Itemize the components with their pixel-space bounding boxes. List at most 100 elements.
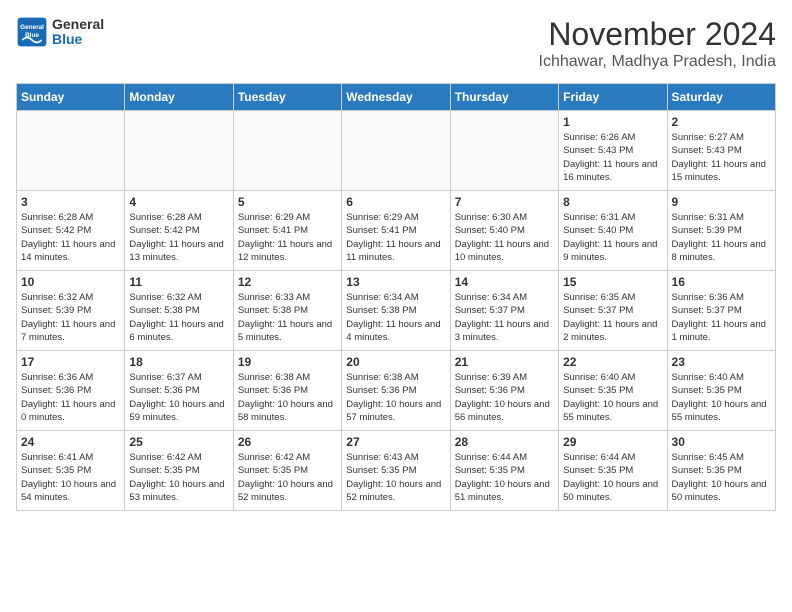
calendar-cell: 20 Sunrise: 6:38 AM Sunset: 5:36 PM Dayli… <box>342 351 450 431</box>
calendar-cell: 4 Sunrise: 6:28 AM Sunset: 5:42 PM Daylig… <box>125 191 233 271</box>
title-section: November 2024 Ichhawar, Madhya Pradesh, … <box>539 16 776 71</box>
day-number: 9 <box>672 195 771 209</box>
day-number: 19 <box>238 355 337 369</box>
day-number: 8 <box>563 195 662 209</box>
day-number: 20 <box>346 355 445 369</box>
day-info: Sunrise: 6:44 AM Sunset: 5:35 PM Dayligh… <box>563 451 662 504</box>
calendar-cell: 22 Sunrise: 6:40 AM Sunset: 5:35 PM Dayli… <box>559 351 667 431</box>
calendar-cell: 21 Sunrise: 6:39 AM Sunset: 5:36 PM Dayli… <box>450 351 558 431</box>
calendar-cell: 19Sunrise: 6:38 AM Sunset: 5:36 PM Dayli… <box>233 351 341 431</box>
calendar-cell: 29 Sunrise: 6:44 AM Sunset: 5:35 PM Dayli… <box>559 431 667 511</box>
logo-line2: Blue <box>52 31 82 47</box>
day-info: Sunrise: 6:34 AM Sunset: 5:38 PM Dayligh… <box>346 291 445 344</box>
weekday-header-tuesday: Tuesday <box>233 84 341 111</box>
month-title: November 2024 <box>539 16 776 53</box>
weekday-header-monday: Monday <box>125 84 233 111</box>
calendar-week-4: 17 Sunrise: 6:36 AM Sunset: 5:36 PM Dayli… <box>17 351 776 431</box>
day-number: 18 <box>129 355 228 369</box>
day-number: 22 <box>563 355 662 369</box>
day-number: 3 <box>21 195 120 209</box>
calendar-table: SundayMondayTuesdayWednesdayThursdayFrid… <box>16 83 776 511</box>
weekday-header-wednesday: Wednesday <box>342 84 450 111</box>
day-number: 21 <box>455 355 554 369</box>
day-number: 17 <box>21 355 120 369</box>
day-info: Sunrise: 6:28 AM Sunset: 5:42 PM Dayligh… <box>21 211 120 264</box>
day-number: 27 <box>346 435 445 449</box>
calendar-week-5: 24 Sunrise: 6:41 AM Sunset: 5:35 PM Dayli… <box>17 431 776 511</box>
day-number: 10 <box>21 275 120 289</box>
calendar-week-3: 10 Sunrise: 6:32 AM Sunset: 5:39 PM Dayli… <box>17 271 776 351</box>
day-info: Sunrise: 6:28 AM Sunset: 5:42 PM Dayligh… <box>129 211 228 264</box>
weekday-header-friday: Friday <box>559 84 667 111</box>
weekday-header-saturday: Saturday <box>667 84 775 111</box>
calendar-cell: 1Sunrise: 6:26 AM Sunset: 5:43 PM Daylig… <box>559 111 667 191</box>
calendar-cell <box>342 111 450 191</box>
calendar-cell: 24 Sunrise: 6:41 AM Sunset: 5:35 PM Dayli… <box>17 431 125 511</box>
logo-icon: General Blue <box>16 16 48 48</box>
day-number: 6 <box>346 195 445 209</box>
day-number: 7 <box>455 195 554 209</box>
day-number: 14 <box>455 275 554 289</box>
day-info: Sunrise: 6:43 AM Sunset: 5:35 PM Dayligh… <box>346 451 445 504</box>
day-number: 12 <box>238 275 337 289</box>
day-number: 4 <box>129 195 228 209</box>
day-info: Sunrise: 6:32 AM Sunset: 5:39 PM Dayligh… <box>21 291 120 344</box>
day-info: Sunrise: 6:40 AM Sunset: 5:35 PM Dayligh… <box>672 371 771 424</box>
day-number: 13 <box>346 275 445 289</box>
day-info: Sunrise: 6:34 AM Sunset: 5:37 PM Dayligh… <box>455 291 554 344</box>
day-info: Sunrise: 6:35 AM Sunset: 5:37 PM Dayligh… <box>563 291 662 344</box>
day-number: 1 <box>563 115 662 129</box>
day-info: Sunrise: 6:29 AM Sunset: 5:41 PM Dayligh… <box>238 211 337 264</box>
day-info: Sunrise: 6:32 AM Sunset: 5:38 PM Dayligh… <box>129 291 228 344</box>
calendar-cell: 26 Sunrise: 6:42 AM Sunset: 5:35 PM Dayli… <box>233 431 341 511</box>
day-info: Sunrise: 6:29 AM Sunset: 5:41 PM Dayligh… <box>346 211 445 264</box>
day-info: Sunrise: 6:38 AM Sunset: 5:36 PM Dayligh… <box>346 371 445 424</box>
day-info: Sunrise: 6:30 AM Sunset: 5:40 PM Dayligh… <box>455 211 554 264</box>
calendar-cell: 7 Sunrise: 6:30 AM Sunset: 5:40 PM Daylig… <box>450 191 558 271</box>
calendar-cell: 17 Sunrise: 6:36 AM Sunset: 5:36 PM Dayli… <box>17 351 125 431</box>
day-number: 29 <box>563 435 662 449</box>
calendar-cell: 3 Sunrise: 6:28 AM Sunset: 5:42 PM Daylig… <box>17 191 125 271</box>
calendar-cell <box>17 111 125 191</box>
day-number: 2 <box>672 115 771 129</box>
logo-line1: General <box>52 16 104 32</box>
day-info: Sunrise: 6:27 AM Sunset: 5:43 PM Dayligh… <box>672 131 771 184</box>
day-number: 28 <box>455 435 554 449</box>
calendar-cell: 6 Sunrise: 6:29 AM Sunset: 5:41 PM Daylig… <box>342 191 450 271</box>
calendar-cell: 27 Sunrise: 6:43 AM Sunset: 5:35 PM Dayli… <box>342 431 450 511</box>
svg-text:General: General <box>20 24 44 31</box>
calendar-cell: 5 Sunrise: 6:29 AM Sunset: 5:41 PM Daylig… <box>233 191 341 271</box>
day-info: Sunrise: 6:42 AM Sunset: 5:35 PM Dayligh… <box>238 451 337 504</box>
day-info: Sunrise: 6:45 AM Sunset: 5:35 PM Dayligh… <box>672 451 771 504</box>
day-info: Sunrise: 6:39 AM Sunset: 5:36 PM Dayligh… <box>455 371 554 424</box>
calendar-cell: 30 Sunrise: 6:45 AM Sunset: 5:35 PM Dayli… <box>667 431 775 511</box>
day-info: Sunrise: 6:33 AM Sunset: 5:38 PM Dayligh… <box>238 291 337 344</box>
calendar-cell: 9 Sunrise: 6:31 AM Sunset: 5:39 PM Daylig… <box>667 191 775 271</box>
day-info: Sunrise: 6:37 AM Sunset: 5:36 PM Dayligh… <box>129 371 228 424</box>
day-number: 24 <box>21 435 120 449</box>
calendar-cell: 8Sunrise: 6:31 AM Sunset: 5:40 PM Daylig… <box>559 191 667 271</box>
day-info: Sunrise: 6:31 AM Sunset: 5:39 PM Dayligh… <box>672 211 771 264</box>
weekday-header-sunday: Sunday <box>17 84 125 111</box>
calendar-cell: 25 Sunrise: 6:42 AM Sunset: 5:35 PM Dayli… <box>125 431 233 511</box>
day-info: Sunrise: 6:40 AM Sunset: 5:35 PM Dayligh… <box>563 371 662 424</box>
calendar-cell: 12 Sunrise: 6:33 AM Sunset: 5:38 PM Dayli… <box>233 271 341 351</box>
calendar-cell <box>450 111 558 191</box>
location-title: Ichhawar, Madhya Pradesh, India <box>539 53 776 71</box>
day-info: Sunrise: 6:42 AM Sunset: 5:35 PM Dayligh… <box>129 451 228 504</box>
day-number: 25 <box>129 435 228 449</box>
day-number: 26 <box>238 435 337 449</box>
calendar-cell <box>125 111 233 191</box>
calendar-week-1: 1Sunrise: 6:26 AM Sunset: 5:43 PM Daylig… <box>17 111 776 191</box>
day-info: Sunrise: 6:36 AM Sunset: 5:36 PM Dayligh… <box>21 371 120 424</box>
calendar-week-2: 3 Sunrise: 6:28 AM Sunset: 5:42 PM Daylig… <box>17 191 776 271</box>
day-number: 30 <box>672 435 771 449</box>
calendar-cell: 11Sunrise: 6:32 AM Sunset: 5:38 PM Dayli… <box>125 271 233 351</box>
calendar-cell: 18 Sunrise: 6:37 AM Sunset: 5:36 PM Dayli… <box>125 351 233 431</box>
calendar-cell: 2 Sunrise: 6:27 AM Sunset: 5:43 PM Daylig… <box>667 111 775 191</box>
day-number: 5 <box>238 195 337 209</box>
logo: General Blue General Blue <box>16 16 104 48</box>
day-info: Sunrise: 6:41 AM Sunset: 5:35 PM Dayligh… <box>21 451 120 504</box>
day-number: 15 <box>563 275 662 289</box>
calendar-cell: 14 Sunrise: 6:34 AM Sunset: 5:37 PM Dayli… <box>450 271 558 351</box>
